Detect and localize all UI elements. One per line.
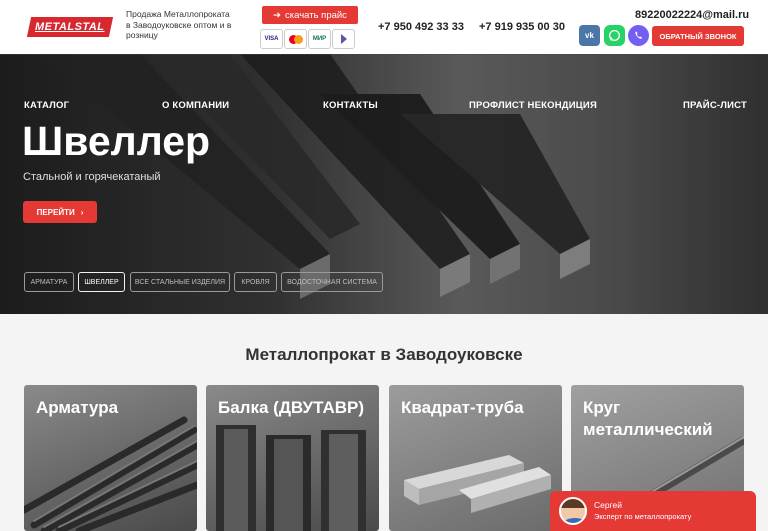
- download-price-label: скачать прайс: [285, 9, 347, 21]
- viber-icon[interactable]: [628, 25, 649, 46]
- hero-title: Швеллер: [22, 118, 211, 164]
- card-title: Арматура: [36, 398, 119, 417]
- site-header: METALSTAL Продажа Металлопроката в Завод…: [0, 0, 768, 54]
- card-title: Круг металлический: [583, 398, 713, 439]
- chip-drainage[interactable]: ВОДОСТОЧНАЯ СИСТЕМА: [281, 272, 383, 292]
- hero-subtitle: Стальной и горячекатаный: [23, 171, 161, 183]
- card-title: Квадрат-труба: [401, 398, 524, 417]
- catalog-card-square-pipe[interactable]: Квадрат-труба: [389, 385, 562, 531]
- catalog-title: Металлопрокат в Заводоуковске: [245, 345, 523, 364]
- download-price-button[interactable]: ➔ скачать прайс: [262, 6, 358, 24]
- chip-shveller[interactable]: ШВЕЛЛЕР: [78, 272, 125, 292]
- sbp-icon: [332, 29, 355, 49]
- arrow-right-icon: ➔: [273, 9, 282, 21]
- avatar: [559, 497, 587, 525]
- nav-catalog[interactable]: КАТАЛОГ: [24, 100, 69, 111]
- chip-all-steel[interactable]: ВСЕ СТАЛЬНЫЕ ИЗДЕЛИЯ: [130, 272, 230, 292]
- callback-button[interactable]: ОБРАТНЫЙ ЗВОНОК: [652, 26, 744, 46]
- nav-price-list[interactable]: ПРАЙС-ЛИСТ: [683, 100, 747, 111]
- chat-agent-name: Сергей: [594, 500, 622, 510]
- nav-profnastil[interactable]: ПРОФЛИСТ НЕКОНДИЦИЯ: [469, 100, 597, 111]
- chat-widget[interactable]: Сергей Эксперт по металлопрокату: [550, 491, 756, 531]
- nav-about[interactable]: О КОМПАНИИ: [162, 100, 229, 111]
- site-tagline: Продажа Металлопроката в Заводоуковске о…: [126, 9, 232, 40]
- vk-icon[interactable]: vk: [579, 25, 600, 46]
- phone-link-2[interactable]: +7 919 935 00 30: [479, 21, 565, 33]
- catalog-card-armatura[interactable]: Арматура: [24, 385, 197, 531]
- hero-go-button[interactable]: ПЕРЕЙТИ ›: [23, 201, 97, 223]
- nav-contacts[interactable]: КОНТАКТЫ: [323, 100, 378, 111]
- phone-link-1[interactable]: +7 950 492 33 33: [378, 21, 464, 33]
- whatsapp-icon[interactable]: [604, 25, 625, 46]
- catalog-card-beam[interactable]: Балка (ДВУТАВР): [206, 385, 379, 531]
- hero-go-label: ПЕРЕЙТИ: [36, 207, 75, 217]
- chip-armatura[interactable]: АРМАТУРА: [24, 272, 74, 292]
- chip-roofing[interactable]: КРОВЛЯ: [234, 272, 277, 292]
- email-link[interactable]: 89220022224@mail.ru: [635, 9, 749, 21]
- logo[interactable]: METALSTAL: [26, 17, 114, 37]
- hero-banner: КАТАЛОГ О КОМПАНИИ КОНТАКТЫ ПРОФЛИСТ НЕК…: [0, 54, 768, 314]
- visa-icon: VISA: [260, 29, 283, 49]
- mir-icon: МИР: [308, 29, 331, 49]
- mastercard-icon: [284, 29, 307, 49]
- card-title: Балка (ДВУТАВР): [218, 398, 365, 417]
- chat-agent-role: Эксперт по металлопрокату: [594, 512, 692, 521]
- logo-text: METALSTAL: [35, 21, 105, 33]
- chevron-right-icon: ›: [80, 207, 84, 217]
